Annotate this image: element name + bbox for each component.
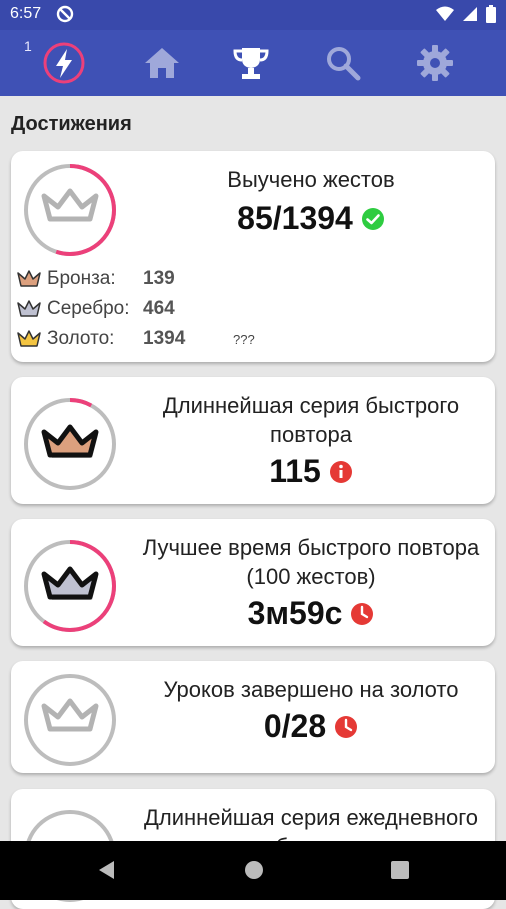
silver-crown-icon [17,300,41,317]
clock-icon [335,715,358,738]
top-navigation: 1 [0,30,506,96]
progress-ring [24,674,116,766]
card-title-line2: (100 жестов) [246,564,376,589]
progress-ring [24,164,116,256]
achievement-card-gold-lessons[interactable]: Уроков завершено на золото 0/28 [11,661,495,773]
card-value: 85/1394 [237,200,353,236]
streak-count-badge: 1 [24,38,32,54]
achievement-card-best-time[interactable]: Лучшее время быстрого повтора (100 жесто… [11,519,495,646]
page-title: Достижения [11,113,132,135]
card-title-line1: Лучшее время быстрого повтора [142,535,480,560]
gold-crown-icon [17,330,41,347]
do-not-disturb-icon [56,5,74,28]
tier-label: Золото: [47,328,115,349]
status-time: 6:57 [10,5,42,22]
card-title-line1: Длиннейшая серия быстрого [162,393,460,418]
bronze-crown-icon [17,270,41,287]
tier-label: Серебро: [47,298,130,319]
card-title: Уроков завершено на золото [163,677,459,702]
check-circle-icon [361,207,384,230]
gear-icon [417,45,453,81]
settings-tab[interactable] [410,38,460,88]
progress-ring [24,398,116,490]
card-title-line2: повтора [270,422,352,447]
back-icon[interactable] [96,859,118,881]
card-value: 115 [269,453,321,489]
tier-silver: Серебро: 464 [17,295,233,323]
tier-value: 1394 [143,328,186,349]
lightning-icon [43,42,85,84]
clock-icon [351,602,374,625]
search-icon [327,47,361,81]
tier-value: 139 [143,268,175,289]
progress-ring [24,540,116,632]
card-value: 3м59с [247,595,343,631]
wifi-icon [436,6,454,27]
tier-value: 464 [143,298,175,319]
home-tab[interactable] [137,38,187,88]
trophy-icon [233,48,269,79]
crown-icon [41,698,99,732]
tier-bronze: Бронза: 139 [17,265,233,293]
card-title-line1: Длиннейшая серия ежедневного [143,805,479,830]
card-value: 0/28 [263,708,327,744]
recents-icon[interactable] [389,859,411,881]
battery-icon [486,5,496,28]
system-navigation-bar [0,841,506,900]
silver-crown-icon [41,566,99,600]
achievement-card-quick-repeat-streak[interactable]: Длиннейшая серия быстрого повтора 115 [11,377,495,504]
search-tab[interactable] [318,38,368,88]
tier-gold: Золото: 1394 ??? [17,325,255,353]
crown-icon [41,188,99,222]
home-icon [145,48,179,78]
status-bar: 6:57 [0,0,506,30]
signal-icon [462,6,478,27]
tier-label: Бронза: [47,268,116,289]
achievement-card-gestures-learned[interactable]: Выучено жестов 85/1394 Бронза: 139 Сереб… [11,151,495,362]
info-icon[interactable] [329,460,353,484]
card-title: Выучено жестов [227,167,395,192]
achievements-tab[interactable] [226,38,276,88]
home-circle-icon[interactable] [243,859,265,881]
tier-extra: ??? [233,331,255,347]
quick-repeat-tab[interactable] [39,38,89,88]
bronze-crown-icon [41,424,99,458]
